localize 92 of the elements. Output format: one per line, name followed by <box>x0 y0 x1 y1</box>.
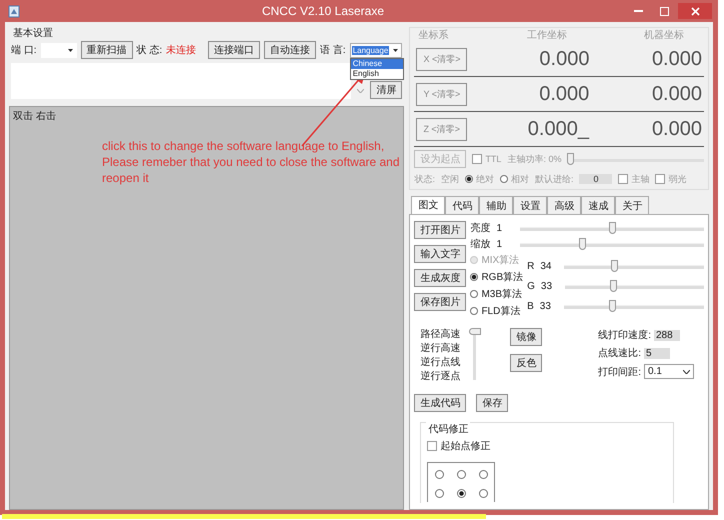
speed-mode-label: 逆行点线 <box>420 356 460 370</box>
machine-coordinate-value: 0.000 <box>650 48 702 70</box>
channel-value: 33 <box>540 300 552 312</box>
line-speed-label: 线打印速度: <box>598 328 651 342</box>
group-title: 基本设置 <box>11 26 55 40</box>
speed-mode-label: 路径高速 <box>420 328 460 342</box>
slider-label: 缩放 <box>470 238 490 251</box>
canvas-hint: 双击 右击 <box>13 111 56 122</box>
ratio-label: 点线速比: <box>598 346 641 360</box>
algorithm-radio[interactable]: M3B算法 <box>470 287 524 301</box>
channel-label: B <box>527 300 534 312</box>
work-coordinate-value: 0.000 <box>538 82 590 106</box>
language-option[interactable]: Chinese <box>350 58 403 68</box>
work-coordinate-value: 0.000 <box>538 48 590 70</box>
window-title: CNCC V2.10 Laseraxe <box>260 4 386 18</box>
algorithm-radio[interactable]: FLD算法 <box>470 304 524 318</box>
work-coordinate-label: 工作坐标 <box>527 28 568 42</box>
slider-value: 1 <box>496 238 503 250</box>
port-label: 端 口: <box>11 44 37 57</box>
feed-label: 默认进给: <box>534 172 574 186</box>
tab[interactable]: 图文 <box>411 196 446 215</box>
app-icon <box>8 4 20 18</box>
language-dropdown[interactable]: Language <box>350 42 402 58</box>
rescan-button[interactable]: 重新扫描 <box>80 41 133 59</box>
speed-mode-label: 逆行高速 <box>420 342 460 356</box>
chevron-icon <box>357 89 364 93</box>
slider-label: 亮度 <box>470 222 490 235</box>
machine-coordinate-label: 机器坐标 <box>644 28 684 42</box>
algorithm-radio[interactable]: RGB算法 <box>470 270 524 284</box>
language-option[interactable]: English <box>350 68 403 78</box>
tab[interactable]: 高级 <box>547 196 582 214</box>
anchor-radio[interactable] <box>457 470 466 479</box>
start-point-checkbox[interactable]: 起始点修正 <box>427 439 490 453</box>
tab[interactable]: 设置 <box>513 196 548 214</box>
connect-button[interactable]: 连接端口 <box>208 41 260 59</box>
status-value: 未连接 <box>166 44 196 57</box>
minimize-icon <box>634 10 642 12</box>
mirror-button[interactable]: 镜像 <box>510 328 542 346</box>
invert-button[interactable]: 反色 <box>510 354 542 372</box>
ratio-field[interactable]: 5 <box>644 348 670 358</box>
close-button[interactable] <box>678 3 712 19</box>
language-label: 语 言: <box>320 44 346 57</box>
feed-field[interactable]: 0 <box>579 174 612 184</box>
status-label: 状 态: <box>136 44 162 57</box>
image-action-button[interactable]: 保存图片 <box>414 293 466 311</box>
image-action-button[interactable]: 输入文字 <box>414 245 466 263</box>
anchor-radio[interactable] <box>435 470 444 479</box>
machine-coordinate-value: 0.000 <box>650 118 702 140</box>
channel-label: G <box>527 280 535 292</box>
spacing-dropdown[interactable]: 0.1 <box>644 364 694 379</box>
group-title: 坐标系 <box>417 28 450 42</box>
line-speed-field[interactable]: 288 <box>654 330 680 340</box>
channel-value: 34 <box>540 260 552 272</box>
state-value: 空闲 <box>440 172 459 186</box>
image-action-button[interactable]: 打开图片 <box>414 221 466 239</box>
generate-code-button[interactable]: 生成代码 <box>414 394 466 412</box>
tab[interactable]: 关于 <box>615 196 650 214</box>
tab[interactable]: 代码 <box>445 196 480 214</box>
dropdown-arrow-icon <box>392 48 398 52</box>
slider-thumb[interactable] <box>609 300 616 312</box>
canvas-area[interactable]: 双击 右击 click this to change the software language to English, Please remeber that you need to close the software and reopen it <box>9 106 404 510</box>
auto-connect-button[interactable]: 自动连接 <box>264 41 316 59</box>
anchor-radio[interactable] <box>479 489 488 498</box>
state-label: 状态: <box>414 172 435 186</box>
slider-thumb[interactable] <box>567 153 574 165</box>
tab[interactable]: 速成 <box>581 196 616 214</box>
channel-label: R <box>527 260 534 272</box>
save-button[interactable]: 保存 <box>476 394 508 412</box>
group-title: 代码修正 <box>426 422 470 436</box>
tab[interactable]: 辅助 <box>479 196 514 214</box>
slider-thumb[interactable] <box>610 280 617 292</box>
clear-button[interactable]: 清屏 <box>370 81 402 99</box>
slider-thumb[interactable] <box>608 222 616 234</box>
slider-value: 1 <box>496 222 503 234</box>
anchor-radio[interactable] <box>435 489 444 498</box>
machine-coordinate-value: 0.000 <box>650 82 702 106</box>
spindle-power-label: 主轴功率: 0% <box>507 152 562 166</box>
maximize-icon <box>660 6 668 16</box>
close-icon <box>690 6 700 16</box>
slider-thumb[interactable] <box>610 260 618 272</box>
work-coordinate-value: 0.000_ <box>526 118 589 140</box>
anchor-radio[interactable] <box>457 489 466 498</box>
chevron-icon <box>683 370 690 374</box>
spacing-label: 打印间距: <box>598 366 641 378</box>
slider-thumb[interactable] <box>578 238 586 250</box>
dropdown-arrow-icon <box>68 48 73 52</box>
speed-mode-label: 逆行逐点 <box>420 370 460 384</box>
annotation-text: click this to change the software language to English, Please remeber that you need to close the software and reopen it <box>102 138 400 186</box>
image-action-button[interactable]: 生成灰度 <box>414 269 466 287</box>
anchor-radio[interactable] <box>479 470 488 479</box>
channel-value: 33 <box>540 280 554 292</box>
slider-thumb[interactable] <box>469 328 482 335</box>
